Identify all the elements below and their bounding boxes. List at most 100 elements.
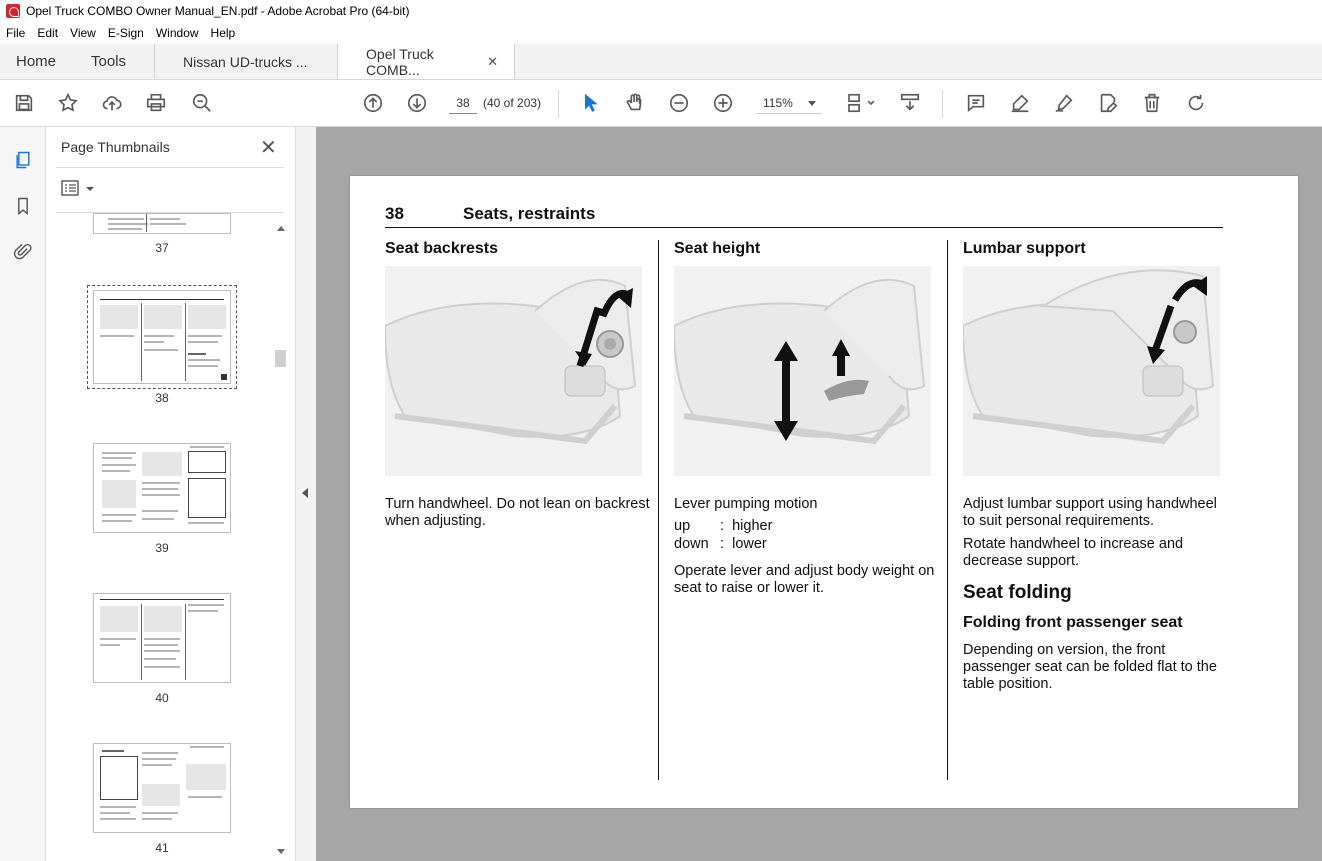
tab-bar: Home Tools Nissan UD-trucks ... Opel Tru… [0, 44, 1322, 80]
column-seat-height: Seat height Lever pumping motion up: hig… [674, 240, 944, 603]
thumbnail-scrollbar[interactable] [272, 222, 289, 858]
menu-esign[interactable]: E-Sign [102, 26, 150, 40]
val-up: higher [732, 518, 773, 534]
heading-seat-height: Seat height [674, 240, 761, 257]
sep-down: : [720, 536, 725, 552]
print-icon[interactable] [144, 91, 168, 115]
left-rail [0, 127, 46, 861]
toolbar: 38 (40 of 203) 115% [0, 80, 1322, 127]
heading-folding-front-passenger-seat: Folding front passenger seat [963, 614, 1183, 631]
close-icon[interactable]: ✕ [260, 135, 277, 160]
star-icon[interactable] [56, 91, 80, 115]
text-lumbar-support-1: Adjust lumbar support using handwheel to… [963, 496, 1217, 529]
hand-icon[interactable] [623, 91, 647, 115]
column-lumbar-support: Lumbar support Adjust lumbar support usi… [963, 240, 1233, 699]
highlight-icon[interactable] [1008, 91, 1032, 115]
seat-height-illustration [674, 266, 931, 476]
window-title: Opel Truck COMBO Owner Manual_EN.pdf - A… [26, 4, 410, 18]
thumbnail-page-41[interactable] [93, 743, 231, 833]
page-count: (40 of 203) [483, 96, 542, 110]
menu-view[interactable]: View [64, 26, 102, 40]
toolbar-separator [942, 90, 943, 118]
sep-up: : [720, 518, 725, 534]
column-divider [658, 240, 659, 780]
thumbnail-label: 40 [155, 691, 169, 705]
text-seat-height: Operate lever and adjust body weight on … [674, 563, 935, 596]
title-bar: Opel Truck COMBO Owner Manual_EN.pdf - A… [0, 0, 1322, 22]
page-thumbnails-icon[interactable] [11, 148, 35, 172]
pdf-page: 38 Seats, restraints Seat backrests Turn… [350, 176, 1298, 808]
panel-collapse-handle[interactable] [296, 127, 316, 861]
page-number-input[interactable]: 38 [449, 92, 477, 114]
tab-document-opel[interactable]: Opel Truck COMB... ✕ [337, 44, 516, 79]
key-down: down [674, 536, 709, 552]
divider [56, 167, 284, 168]
sign-icon[interactable] [1052, 91, 1076, 115]
document-viewer[interactable]: 38 Seats, restraints Seat backrests Turn… [316, 127, 1322, 861]
scroll-up-icon[interactable] [277, 226, 285, 231]
zoom-out-icon[interactable] [667, 91, 691, 115]
paperclip-icon[interactable] [11, 240, 35, 264]
thumbnail-label: 39 [155, 541, 169, 555]
column-divider [947, 240, 948, 780]
thumbnail-page-40[interactable] [93, 593, 231, 683]
seat-height-row-down: down: lower [674, 535, 944, 553]
tab-home[interactable]: Home [0, 44, 72, 79]
zoom-in-icon[interactable] [711, 91, 735, 115]
heading-lumbar-support: Lumbar support [963, 240, 1086, 257]
zoom-search-icon[interactable] [190, 91, 214, 115]
thumbnail-page-37[interactable] [93, 213, 231, 234]
upload-icon[interactable] [100, 91, 124, 115]
list-options-icon [61, 180, 94, 196]
page-layout-icon[interactable] [843, 91, 877, 115]
thumbnails-panel: Page Thumbnails ✕ 37 38 39 40 41 [46, 127, 296, 861]
menu-edit[interactable]: Edit [31, 26, 64, 40]
edit-pdf-icon[interactable] [1096, 91, 1120, 115]
tab-tools[interactable]: Tools [72, 44, 154, 79]
arrow-up-icon[interactable] [361, 91, 385, 115]
arrow-down-icon[interactable] [405, 91, 429, 115]
key-up: up [674, 518, 691, 534]
comment-icon[interactable] [964, 91, 988, 115]
lumbar-support-illustration [963, 266, 1220, 476]
acrobat-logo-icon [6, 4, 20, 18]
seat-height-row-up: up: higher [674, 517, 944, 535]
thumbnail-label: 41 [155, 841, 169, 855]
menu-window[interactable]: Window [150, 26, 205, 40]
val-down: lower [732, 536, 767, 552]
toolbar-separator [558, 90, 559, 118]
scroll-mode-icon[interactable] [898, 91, 922, 115]
thumbnail-label: 38 [155, 391, 169, 405]
page-number: 38 [385, 204, 404, 223]
zoom-select[interactable]: 115% [756, 92, 822, 114]
text-lumbar-support-2: Rotate handwheel to increase and decreas… [963, 536, 1184, 569]
menu-file[interactable]: File [0, 26, 31, 40]
bookmark-icon[interactable] [11, 194, 35, 218]
menu-bar: File Edit View E-Sign Window Help [0, 22, 1322, 44]
text-folding-front-passenger-seat: Depending on version, the front passenge… [963, 642, 1217, 692]
column-seat-backrests: Seat backrests Turn handwheel. Do not le… [385, 240, 655, 536]
text-seat-backrests: Turn handwheel. Do not lean on backrest … [385, 496, 650, 529]
tab-document-nissan[interactable]: Nissan UD-trucks ... [155, 44, 337, 79]
tab-close-icon[interactable]: ✕ [487, 54, 498, 70]
collapse-left-icon [302, 488, 308, 498]
panel-title: Page Thumbnails [61, 139, 170, 155]
seat-backrest-illustration [385, 266, 642, 476]
scroll-down-icon[interactable] [277, 849, 285, 854]
heading-seat-folding: Seat folding [963, 582, 1072, 603]
chevron-down-icon [808, 101, 816, 106]
scrollbar-thumb[interactable] [275, 350, 286, 367]
rotate-icon[interactable] [1184, 91, 1208, 115]
cursor-icon[interactable] [579, 91, 603, 115]
thumbnail-options-button[interactable] [61, 179, 97, 199]
thumbnail-page-38[interactable] [87, 285, 237, 389]
menu-help[interactable]: Help [205, 26, 242, 40]
thumbnail-page-39[interactable] [93, 443, 231, 533]
trash-icon[interactable] [1140, 91, 1164, 115]
tab-document-opel-label: Opel Truck COMB... [366, 45, 434, 78]
section-title: Seats, restraints [463, 204, 596, 223]
save-icon[interactable] [12, 91, 36, 115]
zoom-value: 115% [763, 95, 793, 110]
heading-seat-backrests: Seat backrests [385, 240, 498, 257]
tab-document-nissan-label: Nissan UD-trucks ... [183, 53, 308, 70]
